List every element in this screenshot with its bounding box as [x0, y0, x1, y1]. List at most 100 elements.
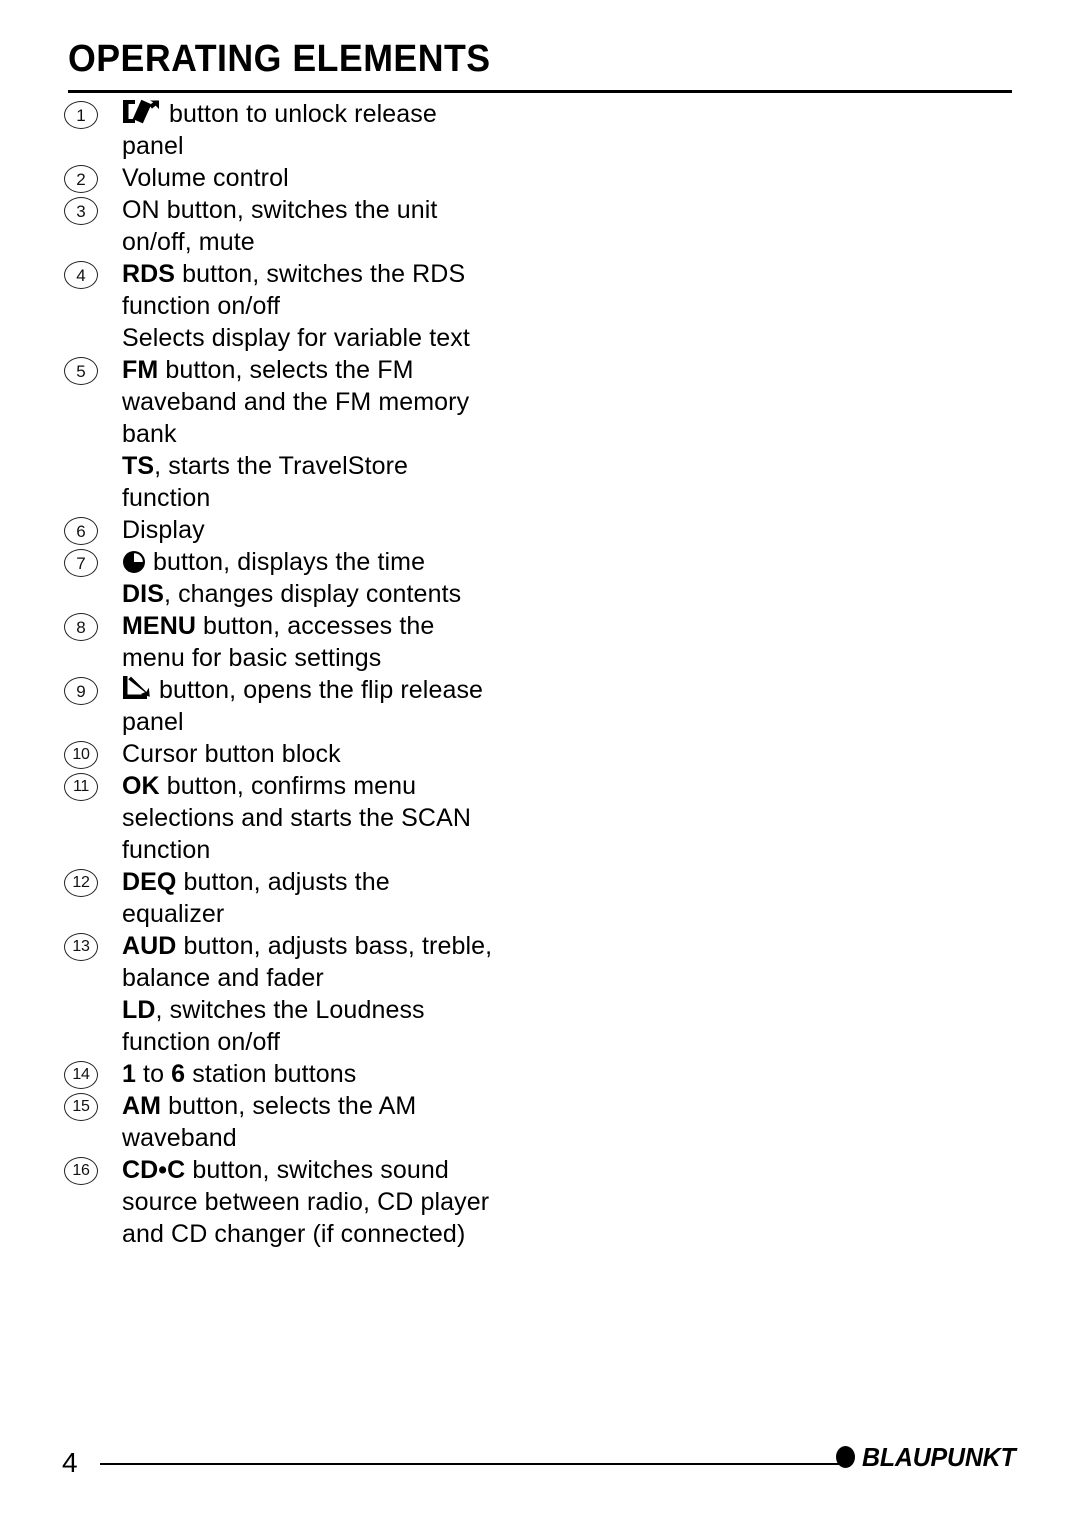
item-number-wrap: 13	[64, 930, 122, 961]
list-item: 5 FM button, selects the FM waveband and t…	[64, 354, 624, 514]
list-item: 11 OK button, confirms menu selections and…	[64, 770, 624, 866]
item-text: button, opens the flip release panel	[122, 674, 624, 738]
item-text-line: ON button, switches the unit	[122, 194, 624, 226]
label-text: to	[136, 1060, 172, 1088]
item-number-wrap: 8	[64, 610, 122, 641]
item-number-badge: 1	[64, 101, 98, 129]
item-number-wrap: 1	[64, 98, 122, 129]
item-number-badge: 7	[64, 549, 98, 577]
label-emphasis: 6	[171, 1060, 186, 1088]
label-text: station buttons	[185, 1060, 357, 1088]
label-text: Display	[122, 516, 205, 544]
item-text-line: menu for basic settings	[122, 642, 624, 674]
item-text-line: bank	[122, 418, 624, 450]
list-item: 3 ON button, switches the unit on/off, mut…	[64, 194, 624, 258]
label-text: button, switches the RDS	[175, 260, 466, 288]
label-text: waveband and the FM memory	[122, 388, 470, 416]
item-number-badge: 14	[64, 1061, 98, 1089]
item-number-wrap: 9	[64, 674, 122, 705]
item-text: Volume control	[122, 162, 624, 194]
label-emphasis: DIS	[122, 580, 164, 608]
list-item: 10 Cursor button block	[64, 738, 624, 770]
list-item: 2 Volume control	[64, 162, 624, 194]
item-text-line: function on/off	[122, 290, 624, 322]
item-text-line: Display	[122, 514, 624, 546]
item-text: Cursor button block	[122, 738, 624, 770]
item-text-line: RDS button, switches the RDS	[122, 258, 624, 290]
item-text-line: AM button, selects the AM	[122, 1090, 624, 1122]
item-number-wrap: 5	[64, 354, 122, 385]
page-header: OPERATING ELEMENTS	[68, 38, 1012, 93]
label-text: menu for basic settings	[122, 644, 382, 672]
item-text: 1 to 6 station buttons	[122, 1058, 624, 1090]
item-text-line: DIS, changes display contents	[122, 578, 624, 610]
item-number-wrap: 4	[64, 258, 122, 289]
label-text: balance and fader	[122, 964, 324, 992]
item-text-line: TS, starts the TravelStore	[122, 450, 624, 482]
label-text: button, switches sound	[185, 1156, 449, 1184]
label-text: button, confirms menu	[159, 772, 417, 800]
label-emphasis: AM	[122, 1092, 162, 1120]
label-text: button, accesses the	[196, 612, 435, 640]
item-text-line: function on/off	[122, 1026, 624, 1058]
list-item: 15 AM button, selects the AM waveband	[64, 1090, 624, 1154]
item-text-line: CD•C button, switches sound	[122, 1154, 624, 1186]
item-text-line: button, opens the flip release	[122, 674, 624, 706]
item-text: button, displays the time DIS, changes di…	[122, 546, 624, 610]
label-text: panel	[122, 708, 184, 736]
list-item: 13 AUD button, adjusts bass, treble, balan…	[64, 930, 624, 1058]
label-text: panel	[122, 132, 184, 160]
label-text: , switches the Loudness	[155, 996, 425, 1024]
item-text-line: balance and fader	[122, 962, 624, 994]
item-text-line: Volume control	[122, 162, 624, 194]
item-text: AUD button, adjusts bass, treble, balance…	[122, 930, 624, 1058]
label-text: equalizer	[122, 900, 225, 928]
label-emphasis: TS	[122, 452, 155, 480]
item-text-line: function	[122, 834, 624, 866]
item-text: Display	[122, 514, 624, 546]
item-number-badge: 3	[64, 197, 98, 225]
item-number-badge: 16	[64, 1157, 98, 1185]
label-text: button, selects the FM	[158, 356, 414, 384]
item-text: CD•C button, switches sound source betwee…	[122, 1154, 624, 1250]
label-text: source between radio, CD player	[122, 1188, 490, 1216]
item-text-line: MENU button, accesses the	[122, 610, 624, 642]
item-number-wrap: 2	[64, 162, 122, 193]
item-number-badge: 2	[64, 165, 98, 193]
label-text: waveband	[122, 1124, 237, 1152]
item-text-line: panel	[122, 130, 624, 162]
item-text-line: button, displays the time	[122, 546, 624, 578]
label-text: button, adjusts bass, treble,	[176, 932, 493, 960]
label-emphasis: FM	[122, 356, 159, 384]
item-number-wrap: 11	[64, 770, 122, 801]
label-text: , changes display contents	[163, 580, 462, 608]
list-item: 16 CD•C button, switches sound source betw…	[64, 1154, 624, 1250]
list-item: 1 button to unlock release panel	[64, 98, 624, 162]
item-number-wrap: 6	[64, 514, 122, 545]
item-number-badge: 10	[64, 741, 98, 769]
item-text: RDS button, switches the RDS function on/…	[122, 258, 624, 354]
label-text: Selects display for variable text	[122, 324, 470, 352]
item-text: FM button, selects the FM waveband and th…	[122, 354, 624, 514]
item-number-badge: 12	[64, 869, 98, 897]
item-text-line: Selects display for variable text	[122, 322, 624, 354]
blaupunkt-wordmark: BLAUPUNKT	[862, 1442, 1016, 1472]
item-text: button to unlock release panel	[122, 98, 624, 162]
item-number-badge: 9	[64, 677, 98, 705]
item-text-line: on/off, mute	[122, 226, 624, 258]
document-page: OPERATING ELEMENTS 1 button to unlock rel…	[0, 0, 1080, 1525]
item-number-badge: 5	[64, 357, 98, 385]
label-text: on/off, mute	[122, 228, 255, 256]
page-title: OPERATING ELEMENTS	[68, 38, 491, 80]
item-text: ON button, switches the unit on/off, mute	[122, 194, 624, 258]
label-text: button, adjusts the	[176, 868, 390, 896]
item-text: AM button, selects the AM waveband	[122, 1090, 624, 1154]
label-text: , starts the TravelStore	[154, 452, 409, 480]
item-number-wrap: 15	[64, 1090, 122, 1121]
label-text: bank	[122, 420, 177, 448]
list-item: 14 1 to 6 station buttons	[64, 1058, 624, 1090]
item-text: OK button, confirms menu selections and s…	[122, 770, 624, 866]
item-number-badge: 15	[64, 1093, 98, 1121]
label-emphasis: CD•C	[122, 1156, 186, 1184]
item-number-wrap: 16	[64, 1154, 122, 1185]
